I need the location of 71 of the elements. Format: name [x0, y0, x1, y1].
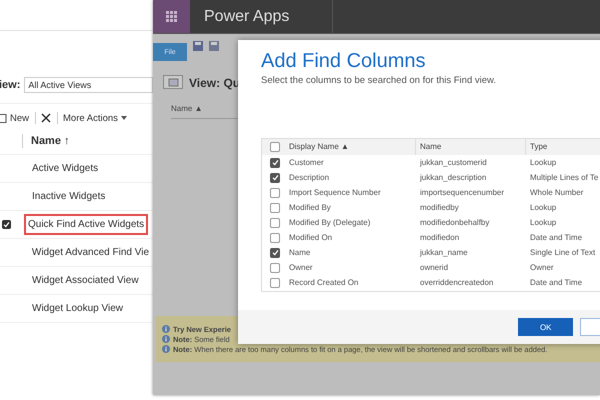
table-cell-text: Date and Time — [529, 278, 584, 287]
view-name[interactable]: Inactive Widgets — [28, 186, 110, 207]
table-cell-text: Owner — [288, 263, 314, 272]
column-header[interactable]: Name ↑ — [31, 135, 70, 147]
row-checkbox[interactable] — [270, 232, 280, 242]
table-cell-text: Modified By (Delegate) — [288, 218, 372, 227]
select-all-checkbox[interactable] — [270, 142, 280, 152]
table-cell-text: jukkan_description — [418, 173, 488, 182]
table-cell-text: modifiedonbehalfby — [419, 218, 490, 227]
table-cell-text: modifiedon — [419, 233, 460, 242]
view-name[interactable]: Widget Associated View — [28, 270, 143, 291]
row-checkbox[interactable] — [270, 262, 280, 272]
table-cell-text: Lookup — [529, 158, 558, 167]
table-cell-text: Multiple Lines of Te — [529, 173, 600, 182]
checkmark-icon — [3, 221, 10, 228]
table-cell-text: overriddencreatedon — [419, 278, 494, 287]
row-checkbox[interactable] — [2, 220, 11, 229]
table-cell-text: Customer — [288, 158, 325, 167]
dialog-subtitle: Select the columns to be searched on for this Find view. — [261, 75, 497, 86]
table-cell-text: Record Created On — [288, 278, 360, 287]
document-icon — [0, 114, 7, 122]
dialog-title: Add Find Columns — [261, 50, 427, 73]
table-cell-text: jukkan_name — [418, 248, 469, 257]
table-cell-text: ownerid — [419, 263, 450, 272]
table-cell-text: Lookup — [529, 218, 558, 227]
table-cell-text: Single Line of Text — [529, 248, 596, 257]
save-icon[interactable] — [193, 41, 203, 51]
column-header[interactable]: Display Name ▲ — [285, 139, 416, 155]
row-checkbox[interactable] — [270, 172, 280, 182]
row-checkbox[interactable] — [270, 218, 280, 228]
row-checkbox[interactable] — [270, 188, 280, 198]
table-cell-text: Whole Number — [529, 188, 584, 197]
close-icon — [41, 113, 52, 123]
checkmark-icon — [272, 159, 278, 166]
table-cell-text: Lookup — [529, 203, 558, 212]
table-cell-text: Date and Time — [529, 233, 584, 242]
view-name[interactable]: Widget Lookup View — [28, 298, 127, 319]
view-label: iew: — [0, 79, 20, 91]
table-cell-text: Name — [288, 248, 312, 257]
more-actions-button[interactable]: More Actions — [63, 112, 133, 124]
info-icon — [162, 335, 170, 343]
view-name[interactable]: Widget Advanced Find Vie — [28, 242, 153, 263]
info-icon — [162, 325, 170, 333]
view-name[interactable]: Active Widgets — [28, 158, 102, 179]
column-header[interactable]: Name — [416, 139, 526, 155]
table-cell-text: Modified By — [288, 203, 332, 212]
table-cell-text: modifiedby — [419, 203, 460, 212]
caret-icon — [120, 116, 127, 120]
new-button[interactable]: New — [0, 112, 36, 124]
view-name[interactable]: Quick Find Active Widgets — [24, 214, 148, 235]
info-icon — [162, 345, 170, 353]
table-cell-text: importsequencenumber — [419, 188, 506, 197]
column-header[interactable]: Type — [526, 139, 600, 155]
table-cell-text: Modified On — [288, 233, 334, 242]
table-cell-text: jukkan_customerid — [418, 158, 488, 167]
ok-button[interactable]: OK — [518, 318, 574, 336]
checkmark-icon — [272, 174, 278, 181]
row-checkbox[interactable] — [270, 158, 280, 168]
table-cell-text: Import Sequence Number — [288, 188, 382, 197]
table-cell-text: Owner — [529, 263, 555, 272]
table-cell-text: Description — [288, 173, 330, 182]
view-icon — [163, 75, 183, 91]
row-checkbox[interactable] — [270, 248, 280, 258]
row-checkbox[interactable] — [270, 278, 280, 288]
grid-icon — [166, 11, 177, 22]
row-checkbox[interactable] — [270, 202, 280, 212]
app-title: Power Apps — [190, 0, 333, 33]
save-close-icon[interactable] — [209, 41, 219, 51]
checkmark-icon — [272, 249, 278, 256]
view-select[interactable]: All Active Views — [24, 77, 153, 93]
app-launcher-button[interactable] — [153, 0, 190, 33]
